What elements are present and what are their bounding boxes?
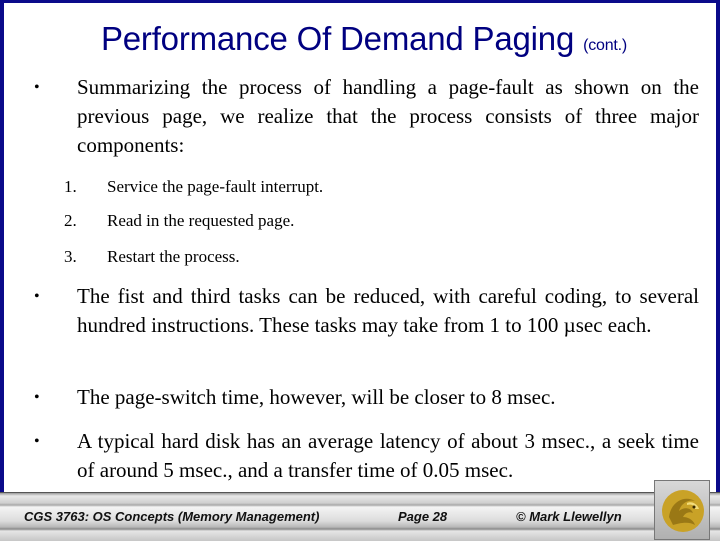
slide-frame: Performance Of Demand Paging (cont.) • S… — [0, 0, 720, 492]
footer-page-number: Page 28 — [398, 509, 448, 524]
slide-footer: CGS 3763: OS Concepts (Memory Management… — [0, 492, 720, 541]
sub-item-number: 1. — [64, 177, 77, 196]
logo-tile — [654, 480, 710, 540]
sub-item-text: Restart the process. — [107, 247, 240, 266]
footer-author: © Mark Llewellyn — [516, 509, 622, 524]
bullet-text: The fist and third tasks can be reduced,… — [77, 284, 699, 337]
ucf-pegasus-logo-icon — [662, 490, 704, 532]
bullet-marker: • — [34, 79, 40, 96]
bullet-text: The page-switch time, however, will be c… — [77, 385, 556, 409]
slide-title-text: Performance Of Demand Paging — [100, 20, 575, 57]
bullet-marker: • — [34, 433, 40, 450]
sub-item-text: Service the page-fault interrupt. — [107, 177, 324, 196]
bullet-text: Summarizing the process of handling a pa… — [77, 75, 699, 157]
bullet-marker: • — [34, 288, 40, 305]
bullet-text: A typical hard disk has an average laten… — [77, 429, 699, 482]
footer-course: CGS 3763: OS Concepts (Memory Management… — [24, 509, 320, 524]
sub-item-number: 3. — [64, 247, 77, 266]
slide-title: Performance Of Demand Paging (cont.) — [4, 19, 720, 66]
slide-title-suffix: (cont.) — [583, 37, 628, 54]
sub-item-number: 2. — [64, 211, 77, 230]
sub-item-text: Read in the requested page. — [107, 211, 295, 230]
bullet-marker: • — [34, 389, 40, 406]
